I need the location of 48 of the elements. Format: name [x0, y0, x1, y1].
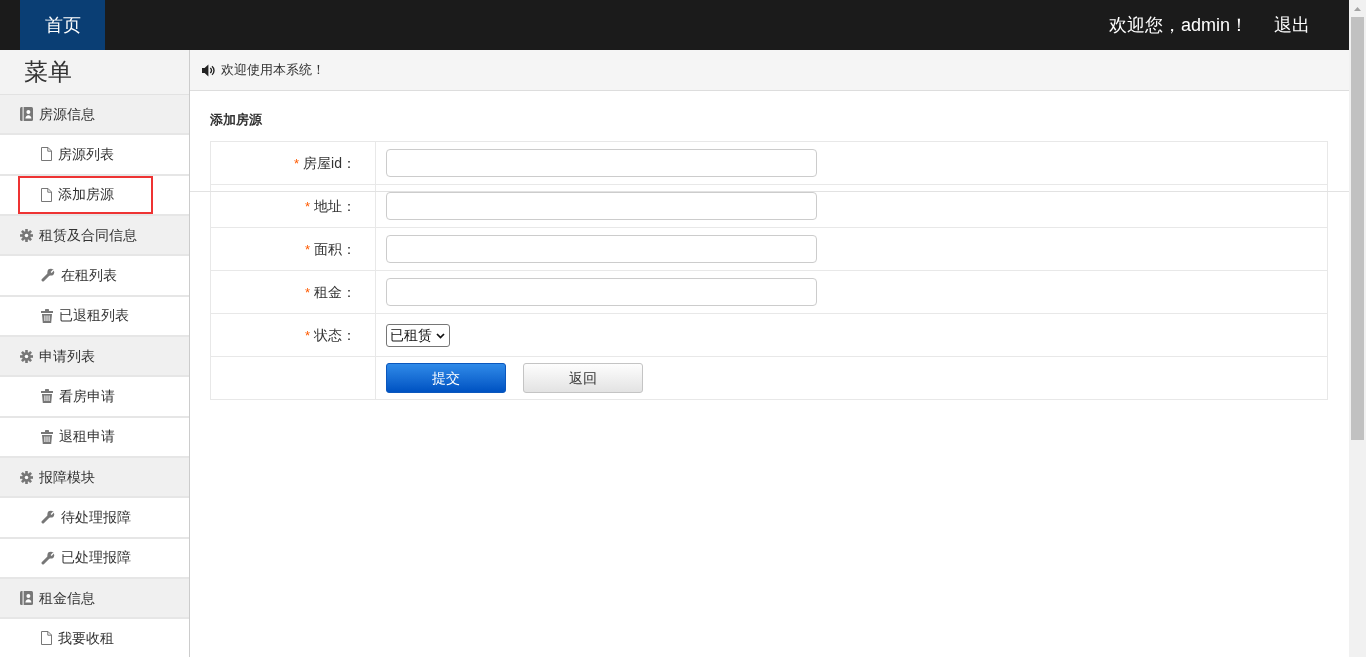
field-label: 状态：: [314, 327, 356, 343]
required-mark: *: [304, 199, 310, 214]
trash-icon: [41, 429, 53, 444]
page-icon: [41, 187, 52, 202]
trash-icon: [41, 389, 53, 404]
submit-button[interactable]: 提交: [386, 363, 506, 393]
scroll-thumb[interactable]: [1351, 17, 1364, 440]
menu-group[interactable]: 房源信息: [0, 95, 189, 136]
welcome-text: 欢迎您，admin！: [1108, 13, 1248, 37]
form-title: 添加房源: [210, 111, 262, 129]
contact-book-icon: [20, 107, 33, 122]
menu-group[interactable]: 租金信息: [0, 578, 189, 620]
menu-title: 菜单: [0, 50, 189, 95]
back-button[interactable]: 返回: [523, 363, 643, 393]
gear-icon: [20, 349, 33, 363]
required-mark: *: [304, 328, 310, 343]
home-tab[interactable]: 首页: [20, 0, 105, 50]
menu-group[interactable]: 申请列表: [0, 336, 189, 378]
page-icon: [41, 147, 52, 162]
trash-icon: [41, 308, 53, 323]
chevron-down-icon: [436, 332, 445, 339]
gear-icon: [20, 470, 33, 484]
field-label: 租金：: [314, 284, 356, 300]
menu-item[interactable]: 添加房源: [0, 175, 189, 216]
wrench-icon: [41, 510, 55, 525]
field-label: 面积：: [314, 241, 356, 257]
input-field[interactable]: [386, 149, 817, 177]
required-mark: *: [304, 242, 310, 257]
field-label: 地址：: [314, 198, 356, 214]
notice-text: 欢迎使用本系统！: [221, 61, 325, 80]
menu-group[interactable]: 租赁及合同信息: [0, 216, 189, 257]
input-field[interactable]: [386, 278, 817, 306]
required-mark: *: [294, 156, 300, 171]
wrench-icon: [41, 268, 55, 283]
menu-group[interactable]: 报障模块: [0, 457, 189, 499]
field-label: 房屋id：: [303, 155, 356, 171]
input-field[interactable]: [386, 192, 817, 220]
gear-icon: [20, 228, 33, 242]
scroll-up-arrow-icon[interactable]: [1354, 7, 1361, 11]
wrench-icon: [41, 550, 55, 565]
page-icon: [41, 631, 52, 646]
speaker-icon: [202, 63, 215, 77]
logout-link[interactable]: 退出: [1274, 11, 1310, 39]
input-field[interactable]: [386, 235, 817, 263]
required-mark: *: [304, 285, 310, 300]
contact-book-icon: [20, 591, 33, 606]
scrollbar[interactable]: [1349, 0, 1366, 657]
status-select[interactable]: 已租赁: [386, 324, 450, 348]
